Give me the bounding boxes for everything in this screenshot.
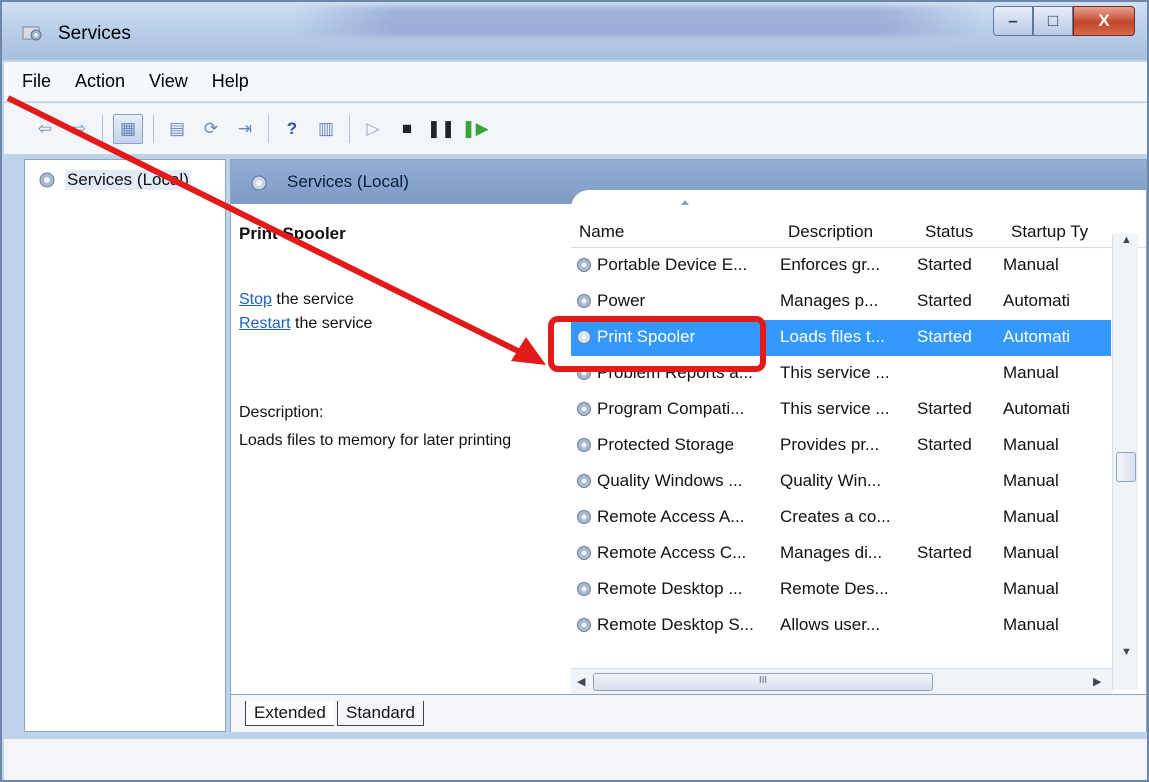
annotation-arrow xyxy=(6,95,546,365)
